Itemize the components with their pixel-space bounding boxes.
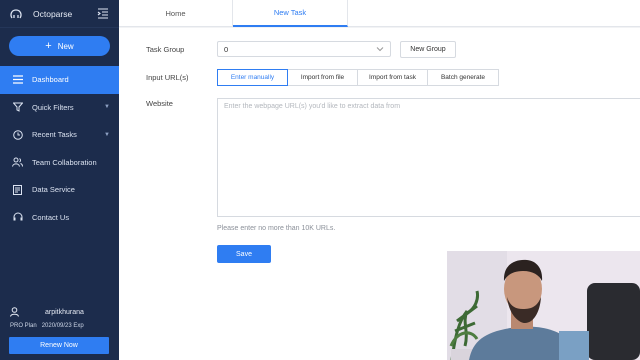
sidebar: Octoparse + New Dashboard Quick Filters … (0, 0, 119, 360)
chevron-down-icon (376, 45, 384, 53)
headset-icon (12, 212, 23, 223)
sidebar-item-quick-filters[interactable]: Quick Filters ▼ (0, 94, 119, 122)
sidebar-item-label: Contact Us (32, 212, 70, 222)
save-button[interactable]: Save (217, 245, 271, 263)
website-label: Website (146, 99, 173, 108)
document-icon (12, 184, 23, 195)
new-button-label: New (57, 41, 74, 51)
sidebar-item-label: Quick Filters (32, 102, 74, 112)
collapse-sidebar-icon[interactable] (97, 8, 109, 20)
user-icon (10, 307, 20, 317)
url-textarea[interactable]: Enter the webpage URL(s) you'd like to e… (217, 98, 640, 217)
sidebar-nav: Dashboard Quick Filters ▼ Recent Tasks ▼… (0, 66, 119, 231)
sidebar-item-label: Dashboard (32, 75, 69, 85)
option-import-from-file[interactable]: Import from file (287, 69, 358, 86)
username: arpitkhurana (45, 308, 84, 316)
octoparse-logo-icon (9, 7, 23, 21)
app-name: Octoparse (33, 8, 73, 19)
sidebar-item-label: Recent Tasks (32, 130, 77, 140)
brand-header: Octoparse (0, 0, 119, 28)
option-enter-manually[interactable]: Enter manually (217, 69, 288, 86)
clock-icon (12, 129, 23, 140)
filter-icon (12, 102, 23, 113)
input-method-segmented-control: Enter manually Import from file Import f… (217, 69, 499, 86)
menu-icon (12, 74, 23, 85)
sidebar-item-dashboard[interactable]: Dashboard (0, 66, 119, 94)
chevron-down-icon: ▼ (104, 104, 110, 111)
task-group-select[interactable]: 0 (217, 41, 391, 57)
plan-expiry: 2020/09/23 Exp (41, 323, 84, 329)
webcam-overlay (447, 251, 640, 360)
tab-bar: Home New Task (119, 0, 640, 27)
task-group-label: Task Group (146, 45, 185, 54)
sidebar-item-contact-us[interactable]: Contact Us (0, 204, 119, 232)
renew-now-button[interactable]: Renew Now (9, 337, 109, 354)
sidebar-item-data-service[interactable]: Data Service (0, 176, 119, 204)
input-urls-label: Input URL(s) (146, 73, 189, 82)
chevron-down-icon: ▼ (104, 131, 110, 138)
user-account[interactable]: arpitkhurana (10, 307, 84, 317)
plan-name: PRO Plan (10, 323, 37, 329)
plan-info: PRO Plan 2020/09/23 Exp (10, 323, 84, 329)
url-limit-hint: Please enter no more than 10K URLs. (217, 225, 336, 232)
tab-home[interactable]: Home (119, 0, 233, 27)
tab-new-task[interactable]: New Task (233, 0, 348, 27)
task-group-value: 0 (224, 44, 229, 54)
option-batch-generate[interactable]: Batch generate (427, 69, 499, 86)
new-group-button[interactable]: New Group (400, 41, 456, 58)
new-task-button[interactable]: + New (9, 36, 110, 56)
team-icon (12, 157, 23, 168)
sidebar-item-label: Data Service (32, 185, 75, 195)
sidebar-item-recent-tasks[interactable]: Recent Tasks ▼ (0, 121, 119, 149)
sidebar-item-label: Team Collaboration (32, 157, 97, 167)
option-import-from-task[interactable]: Import from task (357, 69, 428, 86)
sidebar-item-team-collaboration[interactable]: Team Collaboration (0, 149, 119, 177)
plus-icon: + (45, 39, 52, 52)
